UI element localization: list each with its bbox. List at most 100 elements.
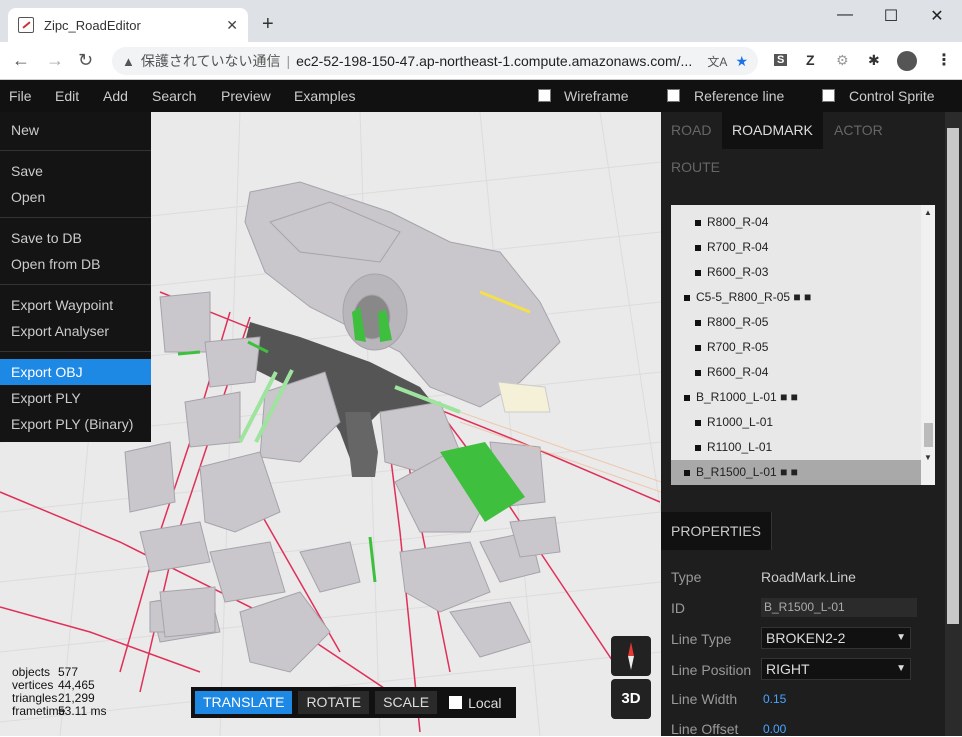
bullet-icon bbox=[695, 219, 701, 226]
profile-avatar-icon[interactable] bbox=[897, 51, 917, 71]
list-item-label: R1100_L-01 bbox=[707, 440, 773, 454]
list-item[interactable]: R800_R-05 bbox=[671, 310, 935, 335]
compass-north-icon bbox=[628, 642, 634, 656]
menu-add[interactable]: Add bbox=[103, 88, 128, 104]
list-scroll-thumb[interactable] bbox=[924, 423, 933, 447]
id-field[interactable]: B_R1500_L-01 bbox=[761, 598, 917, 617]
roadmark-list[interactable]: R800_R-04 R700_R-04 R600_R-03 C5-5_R800_… bbox=[671, 205, 935, 485]
url-text[interactable]: ec2-52-198-150-47.ap-northeast-1.compute… bbox=[296, 53, 701, 69]
forward-icon[interactable]: → bbox=[46, 50, 64, 71]
type-value: RoadMark.Line bbox=[761, 569, 856, 585]
scroll-up-icon[interactable]: ▲ bbox=[924, 208, 932, 217]
list-item[interactable]: R1100_L-01 bbox=[671, 435, 935, 460]
extension-gear-icon[interactable]: ⚙ bbox=[836, 52, 849, 69]
line-type-select[interactable]: BROKEN2-2 ▼ bbox=[761, 627, 911, 649]
menu-item-export-obj[interactable]: Export OBJ bbox=[0, 359, 151, 385]
list-scrollbar[interactable]: ▲ ▼ bbox=[921, 205, 935, 485]
panel-scroll-thumb[interactable] bbox=[947, 128, 959, 624]
list-item[interactable]: R700_R-04 bbox=[671, 235, 935, 260]
tab-properties[interactable]: PROPERTIES bbox=[661, 512, 772, 550]
menu-item-export-waypoint[interactable]: Export Waypoint bbox=[0, 292, 151, 318]
view-3d-button[interactable]: 3D bbox=[611, 679, 651, 719]
list-item[interactable]: R700_R-05 bbox=[671, 335, 935, 360]
stat-objects-value: 577 bbox=[58, 665, 79, 679]
panel-scrollbar[interactable] bbox=[945, 112, 962, 736]
browser-tab[interactable]: Zipc_RoadEditor ✕ bbox=[8, 8, 248, 42]
tab-route[interactable]: ROUTE bbox=[661, 149, 730, 186]
close-tab-icon[interactable]: ✕ bbox=[226, 17, 238, 34]
scroll-down-icon[interactable]: ▼ bbox=[924, 453, 932, 462]
list-item[interactable]: R600_R-03 bbox=[671, 260, 935, 285]
list-item-label: B_R1500_L-01 ■ ■ bbox=[696, 465, 798, 479]
line-position-label: Line Position bbox=[671, 662, 752, 678]
insecure-label[interactable]: 保護されていない通信 bbox=[141, 51, 281, 71]
tab-actor[interactable]: ACTOR bbox=[824, 112, 893, 149]
translate-button[interactable]: TRANSLATE bbox=[195, 691, 293, 714]
line-width-value[interactable]: 0.15 bbox=[763, 692, 786, 706]
compass-button[interactable] bbox=[611, 636, 651, 676]
control-sprite-checkbox[interactable] bbox=[822, 89, 835, 102]
menu-examples[interactable]: Examples bbox=[294, 88, 355, 104]
menu-file[interactable]: File bbox=[9, 88, 32, 104]
stat-frametime-value: 53.11 ms bbox=[58, 704, 107, 718]
menu-item-save-to-db[interactable]: Save to DB bbox=[0, 225, 151, 251]
stat-triangles-value: 21,299 bbox=[58, 691, 95, 705]
line-offset-value[interactable]: 0.00 bbox=[763, 722, 786, 736]
local-label: Local bbox=[468, 694, 502, 711]
list-item-label: R600_R-04 bbox=[707, 365, 769, 379]
menu-item-export-ply-binary[interactable]: Export PLY (Binary) bbox=[0, 411, 151, 437]
list-item-label: R800_R-05 bbox=[707, 315, 769, 329]
chevron-down-icon: ▼ bbox=[896, 632, 906, 643]
compass-south-icon bbox=[628, 656, 634, 670]
menu-item-open[interactable]: Open bbox=[0, 184, 151, 210]
menu-preview[interactable]: Preview bbox=[221, 88, 271, 104]
bullet-icon bbox=[695, 369, 701, 376]
minimize-icon[interactable]: — bbox=[822, 6, 868, 24]
list-item[interactable]: B_R1000_L-01 ■ ■ bbox=[671, 385, 935, 410]
new-tab-icon[interactable]: + bbox=[262, 14, 274, 34]
tab-road[interactable]: ROAD bbox=[661, 112, 721, 149]
list-item[interactable]: R1000_L-01 bbox=[671, 410, 935, 435]
reload-icon[interactable]: ↻ bbox=[78, 50, 93, 71]
menu-item-new[interactable]: New bbox=[0, 117, 151, 143]
list-item-label: R700_R-05 bbox=[707, 340, 769, 354]
tab-roadmark[interactable]: ROADMARK bbox=[722, 112, 823, 149]
id-label: ID bbox=[671, 600, 685, 616]
extensions-puzzle-icon[interactable]: ✱ bbox=[868, 52, 880, 69]
local-checkbox[interactable] bbox=[449, 696, 463, 709]
list-item[interactable]: R800_R-04 bbox=[671, 210, 935, 235]
list-item[interactable]: R600_R-04 bbox=[671, 360, 935, 385]
menu-edit[interactable]: Edit bbox=[55, 88, 79, 104]
bullet-icon bbox=[695, 244, 701, 251]
file-menu-dropdown: New Save Open Save to DB Open from DB Ex… bbox=[0, 112, 151, 442]
address-bar-row: ← → ↻ ▲ 保護されていない通信 | ec2-52-198-150-47.a… bbox=[0, 42, 962, 80]
bullet-icon bbox=[695, 444, 701, 451]
bookmark-star-icon[interactable]: ★ bbox=[735, 53, 748, 70]
reference-line-checkbox[interactable] bbox=[667, 89, 680, 102]
warning-icon[interactable]: ▲ bbox=[122, 54, 135, 69]
render-stats: objects 577 vertices 44,465 triangles21,29… bbox=[12, 666, 106, 718]
extension-s-icon[interactable]: S bbox=[774, 54, 788, 66]
list-item-selected[interactable]: B_R1500_L-01 ■ ■ bbox=[671, 460, 935, 485]
scale-button[interactable]: SCALE bbox=[375, 691, 438, 714]
list-item[interactable]: C5-5_R800_R-05 ■ ■ bbox=[671, 285, 935, 310]
menu-item-export-ply[interactable]: Export PLY bbox=[0, 385, 151, 411]
menu-item-export-analyser[interactable]: Export Analyser bbox=[0, 318, 151, 344]
list-item-label: C5-5_R800_R-05 ■ ■ bbox=[696, 290, 812, 304]
menu-item-open-from-db[interactable]: Open from DB bbox=[0, 251, 151, 277]
url-omnibox[interactable]: ▲ 保護されていない通信 | ec2-52-198-150-47.ap-nort… bbox=[112, 47, 758, 75]
rotate-button[interactable]: ROTATE bbox=[298, 691, 370, 714]
control-sprite-label: Control Sprite bbox=[849, 88, 935, 104]
line-position-select[interactable]: RIGHT ▼ bbox=[761, 658, 911, 680]
close-window-icon[interactable]: ✕ bbox=[914, 6, 960, 26]
menu-divider bbox=[0, 150, 151, 151]
menu-item-save[interactable]: Save bbox=[0, 158, 151, 184]
translate-icon[interactable]: 文A bbox=[707, 53, 727, 70]
menu-search[interactable]: Search bbox=[152, 88, 196, 104]
wireframe-checkbox[interactable] bbox=[538, 89, 551, 102]
browser-menu-icon[interactable]: ⋮ bbox=[936, 50, 952, 70]
maximize-icon[interactable]: ☐ bbox=[868, 6, 914, 26]
back-icon[interactable]: ← bbox=[12, 50, 30, 71]
bullet-icon bbox=[684, 394, 690, 401]
extension-z-icon[interactable]: Z bbox=[806, 52, 815, 68]
